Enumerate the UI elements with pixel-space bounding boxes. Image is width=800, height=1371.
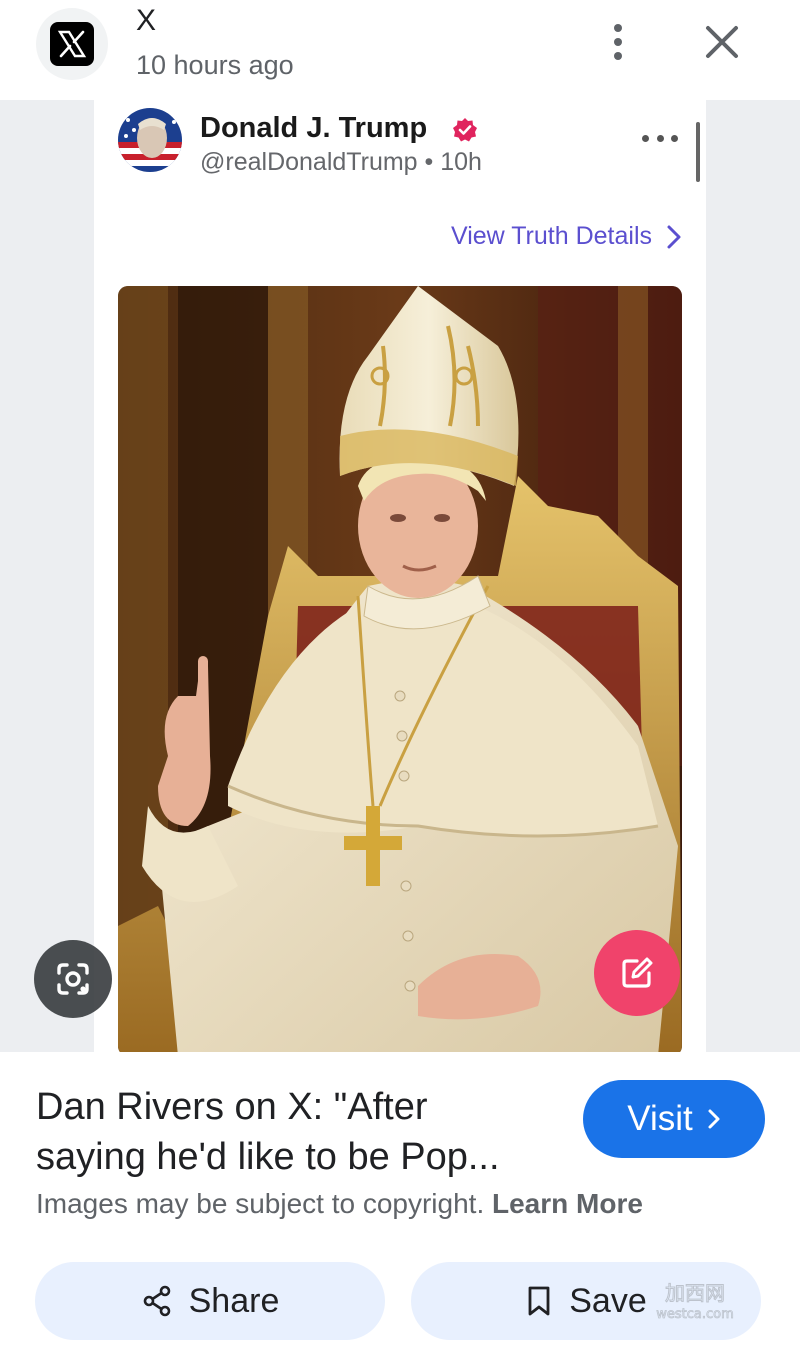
verified-badge-icon	[453, 118, 477, 142]
edit-icon	[622, 957, 653, 988]
more-horiz-icon	[642, 134, 649, 142]
learn-more-link[interactable]: Learn More	[492, 1188, 643, 1219]
avatar	[118, 108, 182, 172]
save-label: Save	[569, 1281, 647, 1320]
more-options-button[interactable]	[598, 20, 638, 64]
close-icon	[706, 26, 738, 58]
result-title-line-1: Dan Rivers on X: "After	[36, 1086, 428, 1128]
result-info-panel: Dan Rivers on X: "After saying he'd like…	[0, 1052, 800, 1371]
share-icon	[143, 1285, 170, 1317]
google-lens-button[interactable]	[34, 940, 112, 1018]
source-header: X 10 hours ago	[0, 0, 800, 100]
google-lens-icon	[57, 963, 89, 995]
result-title[interactable]: Dan Rivers on X: "After saying he'd like…	[36, 1082, 556, 1182]
watermark-line1: 加西网	[665, 1281, 725, 1305]
edit-button[interactable]	[594, 930, 680, 1016]
post-card: Donald J. Trump @realDonaldTrump • 10h V…	[94, 100, 706, 1052]
source-logo[interactable]	[36, 8, 108, 80]
result-title-line-2: saying he'd like to be Pop...	[36, 1136, 500, 1178]
view-truth-details-link[interactable]: View Truth Details	[451, 222, 682, 251]
post-handle-time: @realDonaldTrump • 10h	[200, 148, 482, 176]
chevron-right-icon	[708, 1109, 720, 1129]
post-image	[118, 286, 682, 1052]
source-name: X	[136, 4, 157, 37]
more-vert-icon	[614, 24, 622, 32]
image-preview[interactable]: Donald J. Trump @realDonaldTrump • 10h V…	[0, 100, 800, 1052]
post-author-name: Donald J. Trump	[200, 112, 428, 144]
copyright-text: Images may be subject to copyright.	[36, 1188, 485, 1219]
post-more-button[interactable]	[642, 130, 678, 146]
visit-button[interactable]: Visit	[583, 1080, 765, 1158]
chevron-right-icon	[667, 225, 681, 248]
bookmark-icon	[528, 1286, 550, 1316]
image-viewer: X 10 hours ago Donald J. Trump @realDona…	[0, 0, 800, 1371]
x-logo-icon	[50, 22, 94, 66]
source-time: 10 hours ago	[136, 50, 294, 80]
share-label: Share	[188, 1281, 280, 1320]
watermark-logo: 加西网 westca.com	[640, 1280, 750, 1323]
share-button[interactable]: Share	[35, 1262, 385, 1340]
scrollbar[interactable]	[696, 122, 700, 182]
close-button[interactable]	[700, 20, 744, 64]
watermark-line2: westca.com	[656, 1307, 734, 1322]
view-details-label: View Truth Details	[450, 222, 652, 250]
copyright-notice: Images may be subject to copyright. Lear…	[36, 1188, 643, 1220]
visit-label: Visit	[627, 1099, 693, 1138]
